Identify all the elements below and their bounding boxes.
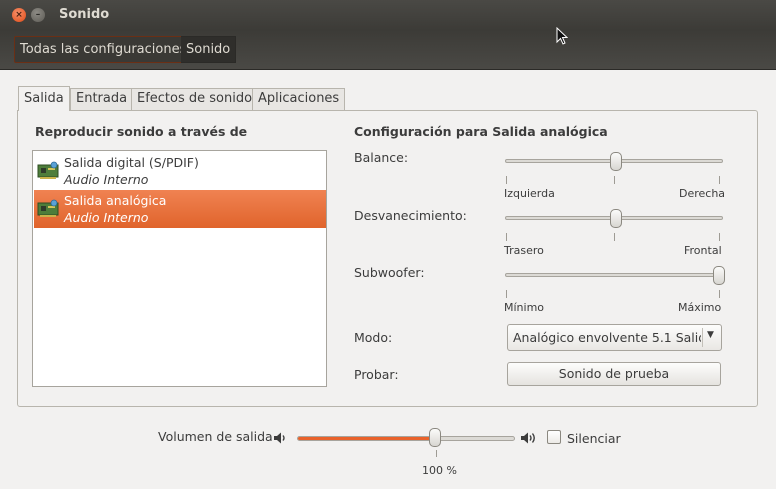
balance-left-label: Izquierda — [504, 187, 555, 200]
tab-aplicaciones[interactable]: Aplicaciones — [252, 88, 346, 110]
mute-checkbox[interactable] — [547, 430, 561, 444]
volume-high-icon[interactable] — [520, 431, 538, 445]
mode-label: Modo: — [354, 330, 393, 345]
balance-label: Balance: — [354, 150, 409, 165]
window-title: Sonido — [59, 7, 110, 22]
tab-salida[interactable]: Salida — [18, 86, 70, 111]
mode-dropdown[interactable]: Analógico envolvente 5.1 Salida ▼ — [507, 324, 722, 351]
tab-efectos-de-sonido[interactable]: Efectos de sonido — [131, 88, 259, 110]
tick-mark — [719, 176, 720, 184]
tick-mark — [506, 233, 507, 241]
output-device-list[interactable]: Salida digital (S/PDIF) Audio Interno Sa… — [32, 150, 327, 387]
subwoofer-label: Subwoofer: — [354, 265, 425, 280]
tick-mark — [506, 176, 507, 184]
list-item-analog-output[interactable]: Salida analógica Audio Interno — [34, 190, 326, 228]
device-name: Salida analógica — [64, 193, 167, 208]
volume-low-icon[interactable] — [273, 431, 289, 445]
tick-mark — [436, 450, 437, 457]
tick-mark — [719, 233, 720, 241]
title-bar: × – Sonido — [0, 0, 776, 30]
all-settings-button[interactable]: Todas las configuraciones — [14, 36, 193, 63]
mute-label[interactable]: Silenciar — [567, 431, 621, 446]
tick-mark — [719, 290, 720, 298]
subwoofer-slider-track[interactable] — [505, 273, 723, 277]
sound-card-icon — [37, 199, 59, 217]
fade-left-label: Trasero — [504, 244, 544, 257]
chevron-down-icon: ▼ — [707, 330, 714, 340]
close-icon[interactable]: × — [12, 8, 26, 22]
sound-card-icon — [37, 161, 59, 179]
breadcrumb-current-sound[interactable]: Sonido — [181, 36, 237, 63]
device-list-title: Reproducir sonido a través de — [35, 124, 248, 139]
test-label: Probar: — [354, 367, 399, 382]
device-description: Audio Interno — [64, 210, 149, 225]
subwoofer-slider-handle[interactable] — [713, 266, 725, 285]
minimize-icon[interactable]: – — [31, 8, 45, 22]
subwoofer-left-label: Mínimo — [504, 301, 545, 314]
subwoofer-right-label: Máximo — [678, 301, 722, 314]
tick-mark — [614, 176, 615, 184]
breadcrumb: Todas las configuraciones Sonido — [0, 30, 776, 70]
config-title: Configuración para Salida analógica — [354, 124, 608, 139]
list-item-digital-output[interactable]: Salida digital (S/PDIF) Audio Interno — [34, 152, 326, 190]
volume-slider-handle[interactable] — [428, 428, 441, 447]
balance-right-label: Derecha — [679, 187, 726, 200]
tab-entrada[interactable]: Entrada — [70, 88, 134, 110]
fade-right-label: Frontal — [684, 244, 722, 257]
balance-slider-handle[interactable] — [610, 152, 622, 171]
test-sound-button[interactable]: Sonido de prueba — [507, 362, 721, 386]
fade-slider-handle[interactable] — [610, 209, 622, 228]
tick-mark — [614, 233, 615, 241]
volume-slider-fill — [298, 437, 437, 440]
device-name: Salida digital (S/PDIF) — [64, 155, 199, 170]
mode-selected-value: Analógico envolvente 5.1 Salida — [513, 330, 701, 345]
tick-mark — [506, 290, 507, 298]
mouse-pointer-icon — [556, 27, 568, 45]
dropdown-separator — [702, 328, 703, 347]
fade-label: Desvanecimiento: — [354, 208, 467, 223]
volume-percent-label: 100 % — [422, 464, 457, 477]
output-volume-label: Volumen de salida — [158, 429, 273, 444]
volume-slider-track[interactable] — [297, 436, 515, 441]
device-description: Audio Interno — [64, 172, 149, 187]
